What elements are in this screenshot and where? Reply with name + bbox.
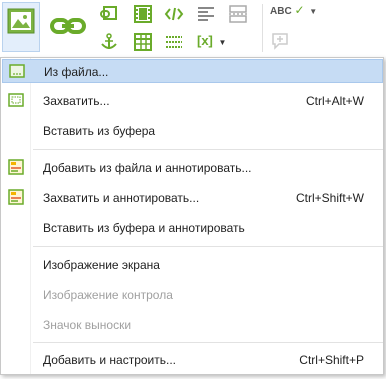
menu-item-add-file-annotate[interactable]: Добавить из файла и аннотировать... <box>2 156 383 180</box>
variable-icon: [x] <box>197 33 213 48</box>
menu-item-label: Изображение экрана <box>43 258 160 272</box>
menu-item-paste-annotate[interactable]: Вставить из буфера и аннотировать <box>2 216 383 240</box>
menu-item-label: Значок выноски <box>43 318 132 332</box>
capture-icon <box>8 93 24 107</box>
menu-item-shortcut: Ctrl+Shift+P <box>299 353 364 367</box>
variable-button[interactable]: [x] ▼ <box>197 33 226 48</box>
menu-item-label: Захватить... <box>43 94 110 108</box>
table-icon[interactable] <box>133 32 153 52</box>
menu-item-shortcut: Ctrl+Alt+W <box>305 94 364 108</box>
menu-divider <box>33 246 383 247</box>
menu-item-callout-icon: Значок выноски <box>2 313 383 337</box>
page-break-icon[interactable] <box>228 4 248 24</box>
menu-item-label: Изображение контрола <box>43 288 173 302</box>
menu-item-paste-clipboard[interactable]: Вставить из буфера <box>2 119 383 143</box>
video-icon[interactable] <box>133 4 153 24</box>
comment-icon[interactable] <box>271 32 289 50</box>
menu-item-shortcut: Ctrl+Shift+W <box>295 191 364 205</box>
embed-link-icon[interactable] <box>99 4 119 24</box>
spellcheck-icon[interactable]: ABC ✓ ▼ <box>270 3 317 17</box>
link-icon[interactable] <box>50 14 86 38</box>
menu-divider <box>33 149 383 150</box>
annotate-file-icon <box>8 159 24 175</box>
menu-divider <box>33 342 383 343</box>
chevron-down-icon: ▼ <box>309 7 318 16</box>
insert-image-menu: Из файла... Захватить... Ctrl+Alt+W Вста… <box>0 57 384 375</box>
menu-item-label: Вставить из буфера <box>43 124 156 138</box>
menu-item-from-file[interactable]: Из файла... <box>2 59 383 83</box>
spellcheck-label: ABC <box>270 6 292 17</box>
menu-item-label: Вставить из буфера и аннотировать <box>43 221 245 235</box>
checkmark-icon: ✓ <box>294 3 305 17</box>
menu-item-label: Захватить и аннотировать... <box>43 191 200 205</box>
ribbon-toolbar: ABC ✓ ▼ [x] ▼ <box>0 0 386 58</box>
code-icon[interactable] <box>164 4 184 24</box>
chevron-down-icon: ▼ <box>218 38 227 47</box>
menu-item-label: Из файла... <box>44 65 109 79</box>
ribbon-separator <box>262 4 263 52</box>
image-icon <box>7 8 35 34</box>
menu-item-capture[interactable]: Захватить... Ctrl+Alt+W <box>2 89 383 113</box>
image-file-icon <box>9 64 25 78</box>
menu-item-control-image: Изображение контрола <box>2 283 383 307</box>
anchor-icon[interactable] <box>99 32 119 52</box>
annotate-capture-icon <box>8 189 24 205</box>
dotted-list-icon[interactable] <box>164 32 184 52</box>
menu-item-capture-annotate[interactable]: Захватить и аннотировать... Ctrl+Shift+W <box>2 186 383 210</box>
menu-item-label: Добавить и настроить... <box>43 353 177 367</box>
align-left-icon[interactable] <box>196 4 216 24</box>
menu-item-screen-image[interactable]: Изображение экрана <box>2 253 383 277</box>
menu-item-add-configure[interactable]: Добавить и настроить... Ctrl+Shift+P <box>2 348 383 372</box>
insert-image-button[interactable] <box>2 2 40 52</box>
menu-item-label: Добавить из файла и аннотировать... <box>43 161 252 175</box>
